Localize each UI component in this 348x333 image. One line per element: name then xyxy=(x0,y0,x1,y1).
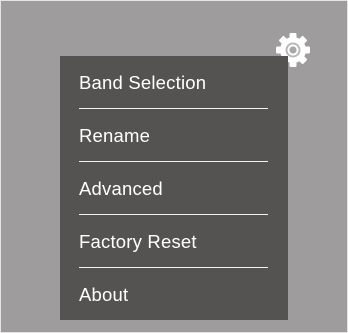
menu-item-about[interactable]: About xyxy=(79,268,268,320)
menu-item-advanced[interactable]: Advanced xyxy=(79,162,268,214)
menu-item-band-selection[interactable]: Band Selection xyxy=(79,56,268,108)
settings-menu: Band Selection Rename Advanced Factory R… xyxy=(60,56,288,320)
settings-panel: Band Selection Rename Advanced Factory R… xyxy=(0,0,348,333)
menu-item-factory-reset[interactable]: Factory Reset xyxy=(79,215,268,267)
menu-item-rename[interactable]: Rename xyxy=(79,109,268,161)
